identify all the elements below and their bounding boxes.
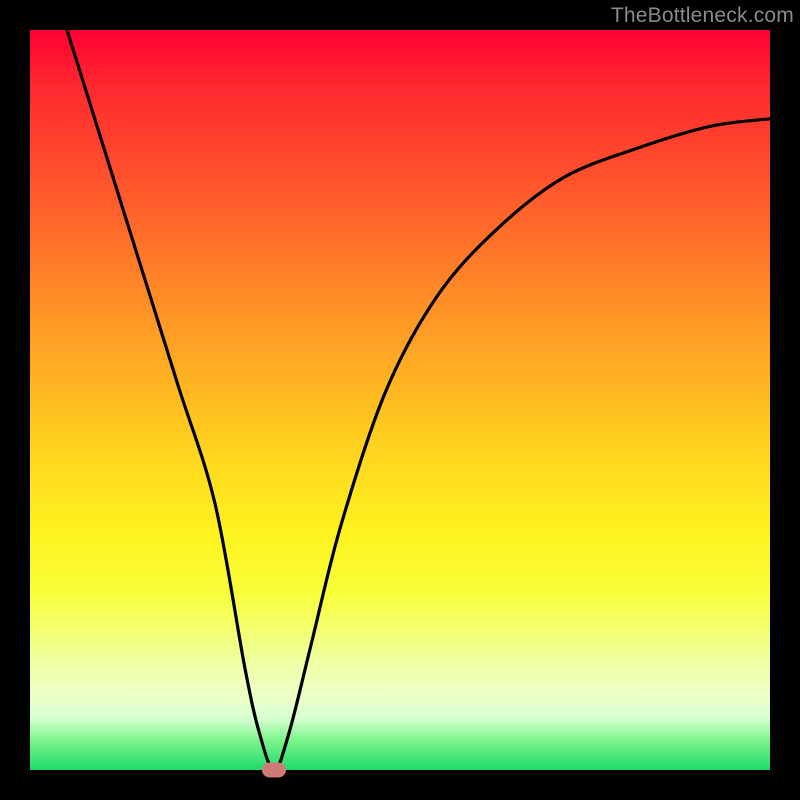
plot-area xyxy=(30,30,770,770)
watermark-text: TheBottleneck.com xyxy=(611,4,794,28)
optimal-marker xyxy=(262,763,286,778)
curve-path xyxy=(67,30,770,770)
bottleneck-curve xyxy=(30,30,770,770)
chart-frame: TheBottleneck.com xyxy=(0,0,800,800)
